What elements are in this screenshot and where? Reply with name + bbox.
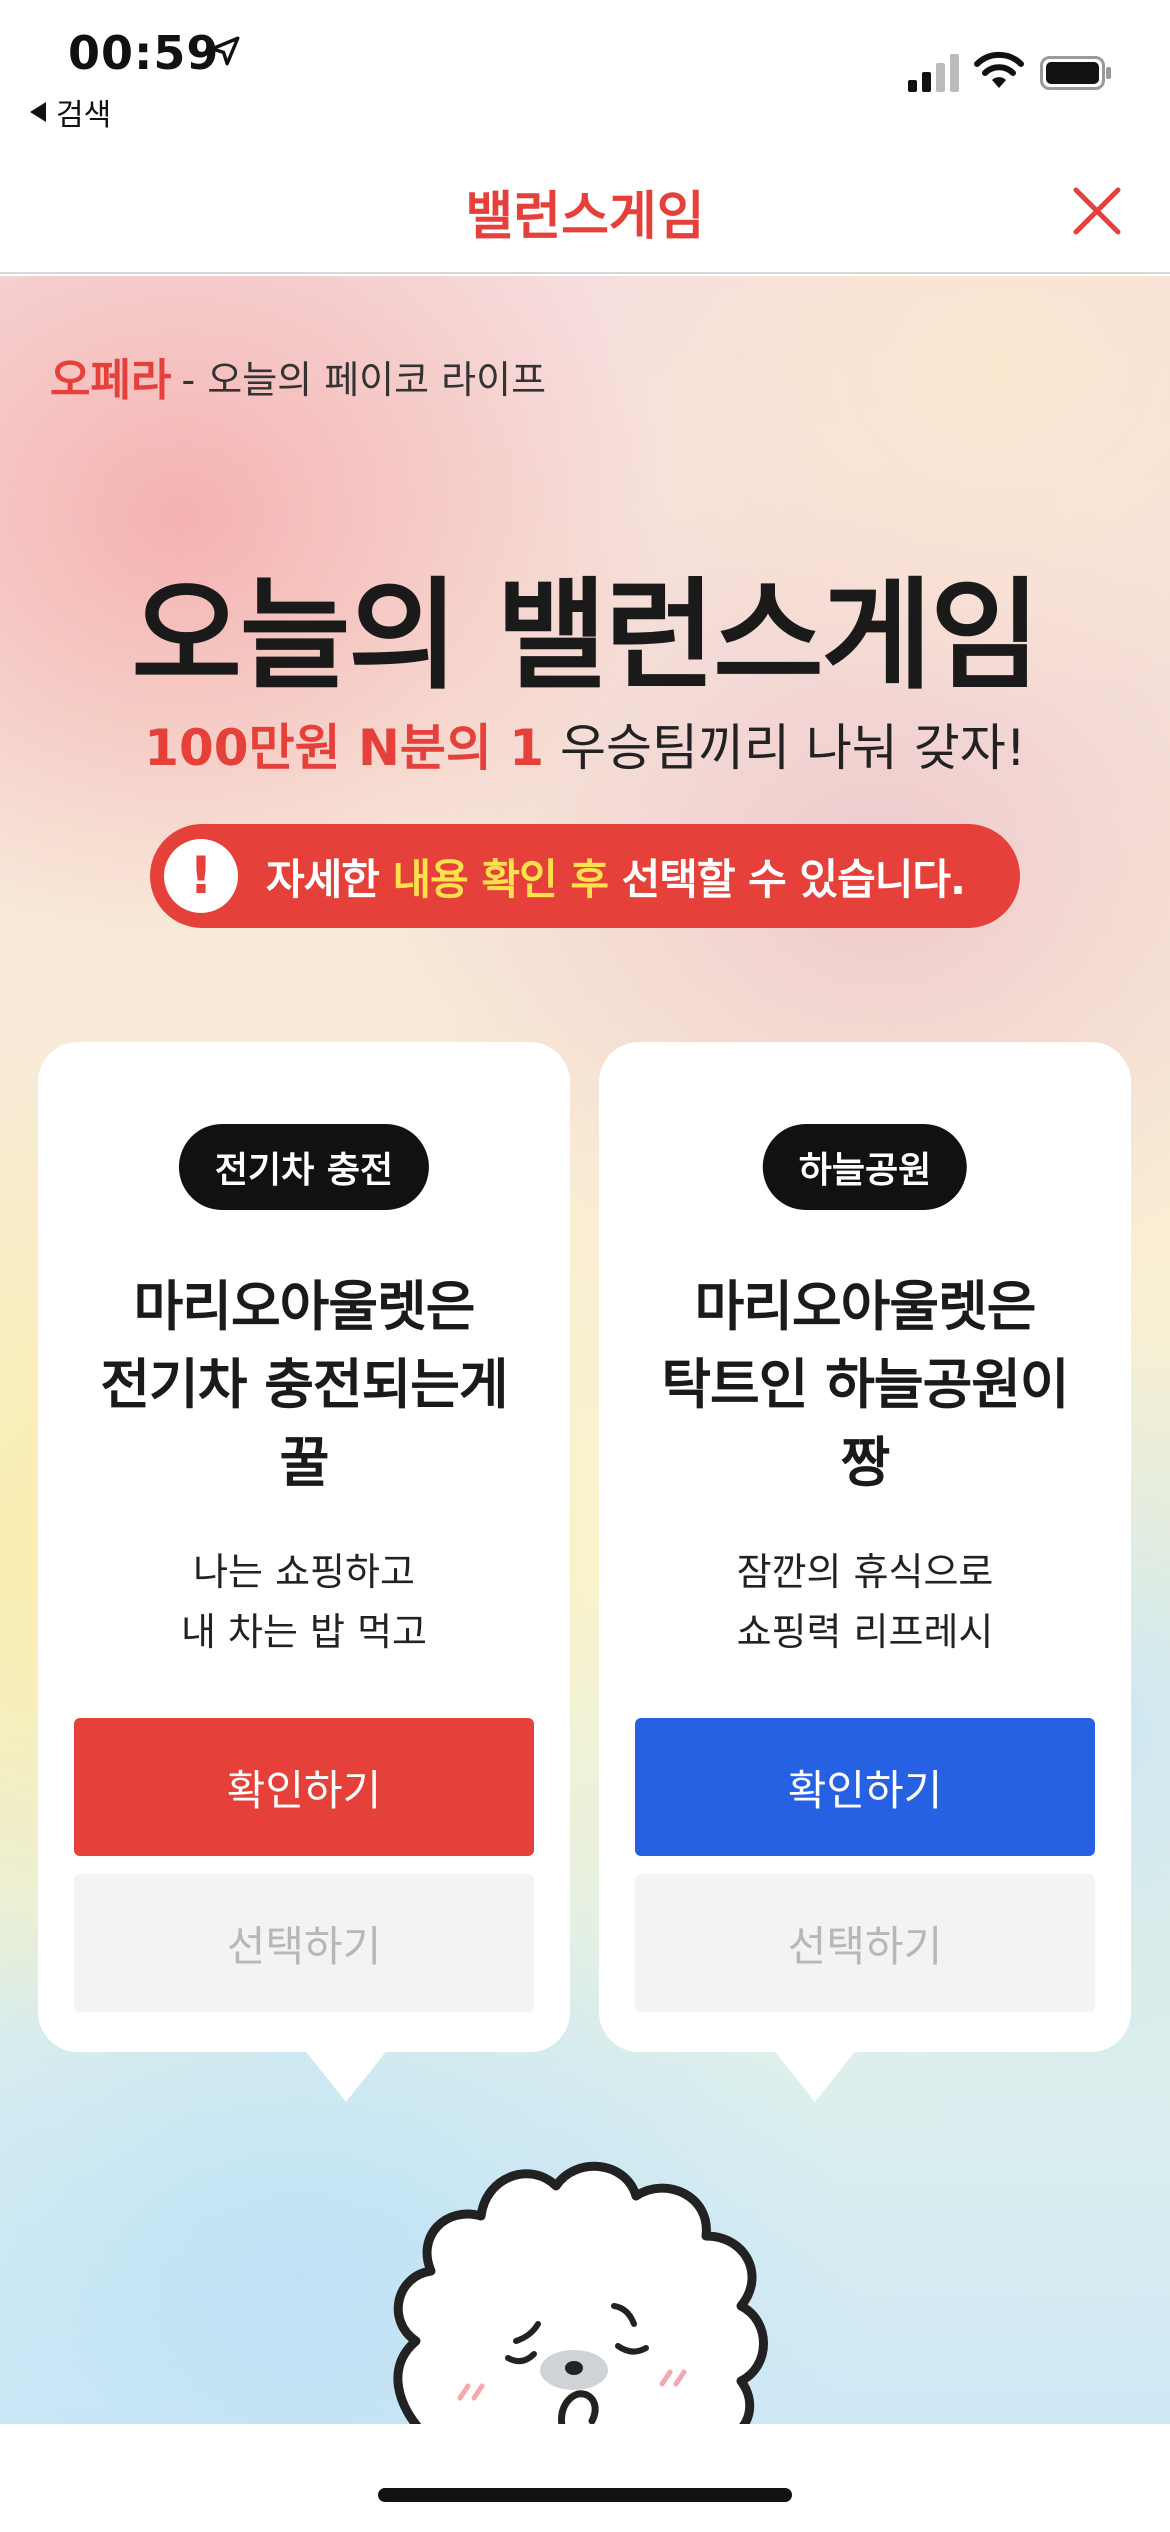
speech-bubble-tail — [300, 2044, 392, 2102]
bottom-safe-area — [0, 2424, 1170, 2532]
select-button-sky-park[interactable]: 선택하기 — [635, 1874, 1095, 2012]
home-indicator[interactable] — [378, 2488, 792, 2502]
option-badge: 전기차 충전 — [178, 1124, 430, 1210]
subline-rest: 우승팀끼리 나눠 갖자! — [544, 719, 1026, 777]
option-title: 마리오아울렛은 탁트인 하늘공원이 짱 — [661, 1275, 1069, 1494]
battery-icon — [1040, 56, 1111, 90]
option-title: 마리오아울렛은 전기차 충전되는게 꿀 — [100, 1275, 508, 1494]
option-badge: 하늘공원 — [762, 1124, 968, 1210]
wifi-icon — [974, 51, 1024, 88]
select-button-ev-charging[interactable]: 선택하기 — [74, 1874, 534, 2012]
location-arrow-icon — [210, 36, 240, 66]
notice-text-after: 선택할 수 있습니다. — [608, 854, 966, 904]
brand-line: 오페라 - 오늘의 페이코 라이프 — [50, 344, 546, 408]
exclamation-icon: ! — [164, 839, 238, 913]
notice-banner: ! 자세한 내용 확인 후 선택할 수 있습니다. — [150, 824, 1020, 928]
nav-header: 밸런스게임 — [0, 150, 1170, 274]
brand-name: 오페라 — [50, 355, 172, 406]
confirm-button-ev-charging[interactable]: 확인하기 — [74, 1718, 534, 1856]
option-description: 잠깐의 휴식으로 쇼핑력 리프레시 — [736, 1550, 994, 1654]
notice-text-highlight: 내용 확인 후 — [392, 854, 609, 904]
option-description: 나는 쇼핑하고 내 차는 밥 먹고 — [181, 1550, 427, 1654]
close-icon[interactable] — [1062, 176, 1132, 246]
option-card-ev-charging: 전기차 충전 마리오아울렛은 전기차 충전되는게 꿀 나는 쇼핑하고 내 차는 … — [38, 1042, 570, 2102]
speech-bubble-tail — [769, 2044, 861, 2102]
event-headline: 오늘의 밸런스게임 — [131, 567, 1041, 706]
confirm-button-sky-park[interactable]: 확인하기 — [635, 1718, 1095, 1856]
subline-highlight: 100만원 N분의 1 — [144, 719, 545, 777]
back-triangle-icon — [30, 102, 46, 122]
event-content: 오페라 - 오늘의 페이코 라이프 오늘의 밸런스게임 100만원 N분의 1 … — [0, 276, 1170, 2424]
event-subline: 100만원 N분의 1 우승팀끼리 나눠 갖자! — [0, 708, 1170, 780]
back-to-search-button[interactable]: 검색 — [30, 90, 111, 134]
cellular-signal-icon — [908, 54, 959, 92]
notice-text-before: 자세한 — [266, 854, 393, 904]
option-card-sky-park: 하늘공원 마리오아울렛은 탁트인 하늘공원이 짱 잠깐의 휴식으로 쇼핑력 리프… — [599, 1042, 1131, 2102]
back-to-search-label: 검색 — [56, 98, 112, 133]
status-bar: 00:59 검색 — [0, 0, 1170, 150]
page-title: 밸런스게임 — [465, 187, 705, 247]
brand-tagline: - 오늘의 페이코 라이프 — [181, 357, 547, 402]
status-time: 00:59 — [68, 26, 220, 80]
notice-text: 자세한 내용 확인 후 선택할 수 있습니다. — [266, 846, 966, 907]
sheep-mascot-icon — [393, 2161, 768, 2424]
